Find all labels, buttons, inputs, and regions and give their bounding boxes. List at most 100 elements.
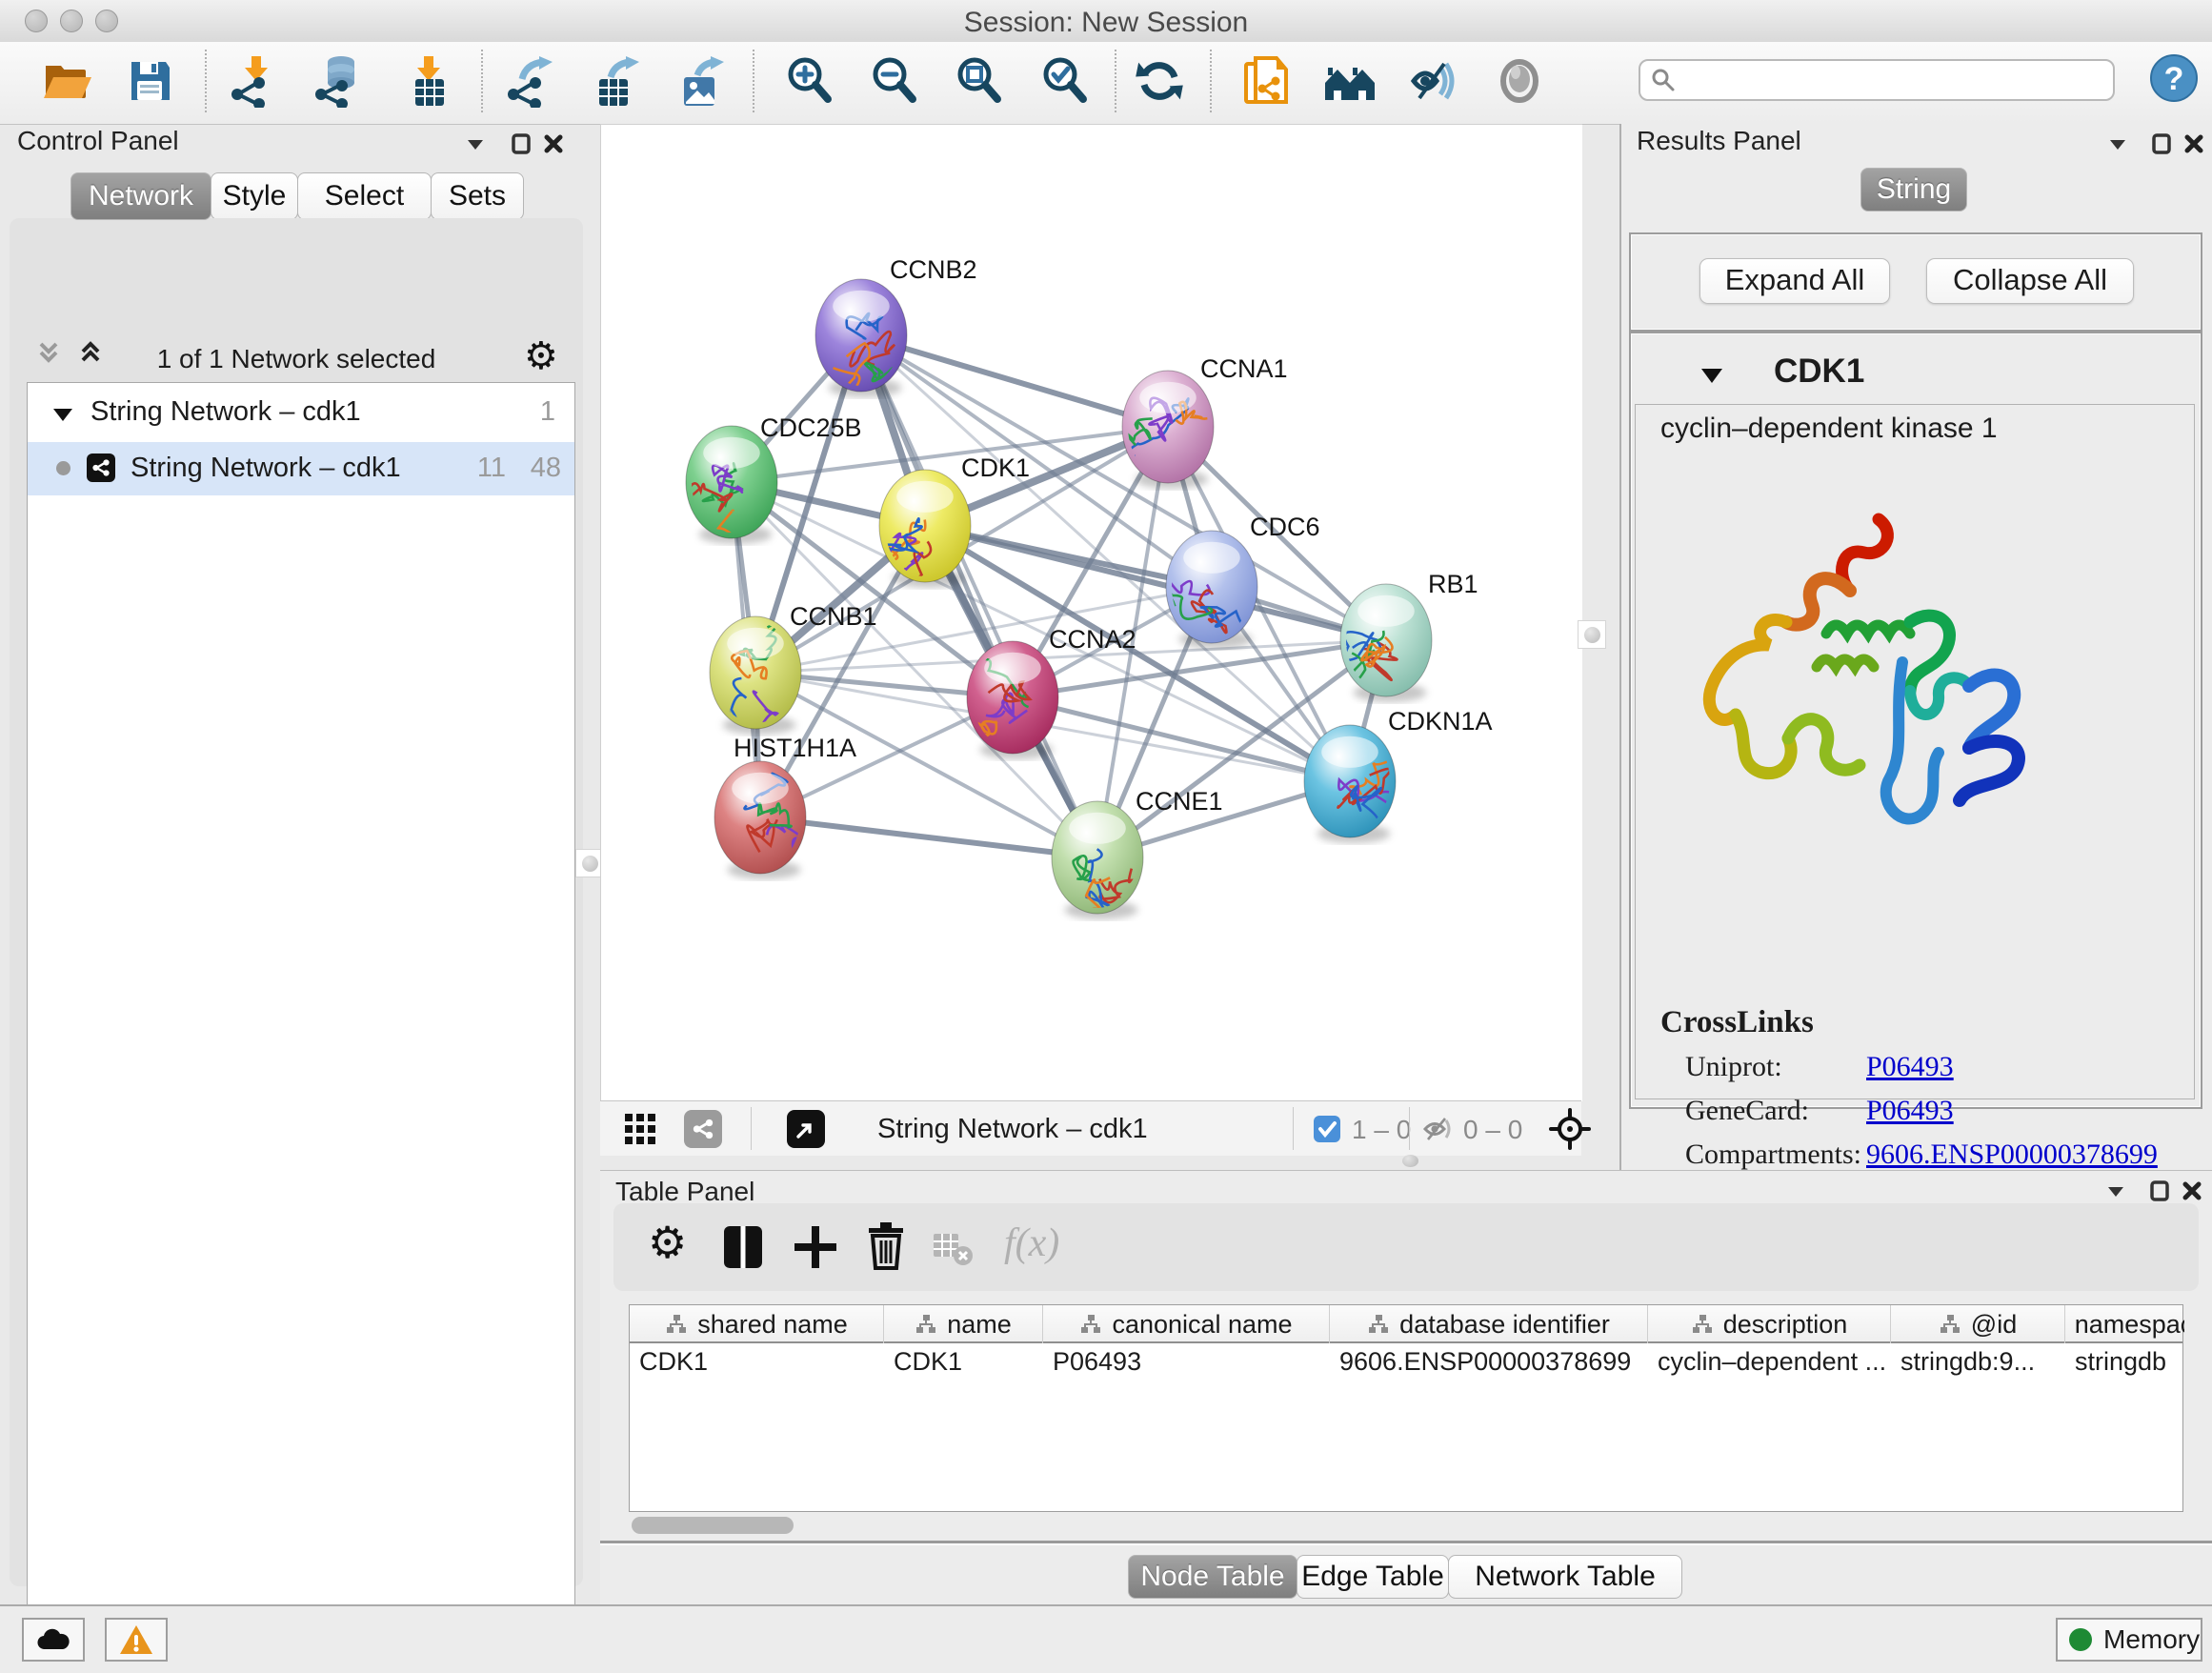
zoom-in-icon[interactable]	[782, 54, 835, 108]
results-panel-float-icon[interactable]	[2147, 130, 2176, 158]
grid-view-icon[interactable]	[623, 1112, 657, 1146]
table-delete-icon[interactable]	[861, 1220, 911, 1270]
table-gear-icon[interactable]: ⚙	[648, 1217, 687, 1268]
network-options-gear-icon[interactable]: ⚙	[524, 334, 558, 378]
results-panel-close-icon[interactable]	[2180, 130, 2208, 158]
import-network-icon[interactable]	[227, 54, 280, 108]
cloud-status-button[interactable]	[22, 1618, 85, 1662]
tab-node-table[interactable]: Node Table	[1128, 1555, 1297, 1599]
collapse-all-button[interactable]: Collapse All	[1926, 258, 2134, 304]
node-table-header: shared name name canonical name database…	[630, 1305, 2182, 1343]
control-panel-menu-icon[interactable]	[461, 130, 490, 158]
birds-eye-icon[interactable]	[1549, 1108, 1591, 1150]
import-database-icon[interactable]	[311, 54, 364, 108]
home-networks-icon[interactable]	[1323, 54, 1377, 108]
search-icon	[1650, 67, 1677, 93]
column-header-namespace[interactable]: namespace	[2065, 1305, 2184, 1343]
node-label-CCNE1: CCNE1	[1136, 787, 1223, 816]
right-splitter-handle[interactable]	[1578, 620, 1606, 649]
table-delete-column-icon[interactable]	[932, 1228, 975, 1272]
open-folder-icon[interactable]	[40, 54, 93, 108]
crosslink-genecard-link[interactable]: P06493	[1866, 1095, 1954, 1127]
help-icon[interactable]: ?	[2149, 53, 2199, 108]
gene-collapse-icon[interactable]	[1698, 364, 1726, 389]
crosslink-compartments-link[interactable]: 9606.ENSP00000378699	[1866, 1139, 2158, 1171]
expand-all-button[interactable]: Expand All	[1699, 258, 1890, 304]
export-network-icon[interactable]	[503, 54, 556, 108]
network-node-CCNE1[interactable]: CCNE1	[1052, 787, 1223, 920]
tab-string-results[interactable]: String	[1860, 168, 1967, 212]
zoom-fit-icon[interactable]	[952, 54, 1005, 108]
refresh-icon[interactable]	[1133, 54, 1186, 108]
network-node-HIST1H1A[interactable]: HIST1H1A	[714, 734, 856, 879]
network-node-CDC6[interactable]: CDC6	[1139, 513, 1320, 649]
tab-select[interactable]: Select	[297, 172, 432, 220]
control-panel-title: Control Panel	[17, 126, 179, 156]
crosslink-label: Compartments:	[1685, 1139, 1861, 1171]
control-panel-close-icon[interactable]	[539, 130, 568, 158]
bottom-splitter-handle[interactable]	[1402, 1155, 1418, 1167]
selected-checkbox-icon[interactable]	[1313, 1115, 1341, 1143]
crosslink-label: GeneCard:	[1685, 1095, 1809, 1127]
hidden-eye-icon[interactable]	[1421, 1115, 1456, 1143]
crosslink-uniprot-link[interactable]: P06493	[1866, 1051, 1954, 1083]
column-header-canonical-name[interactable]: canonical name	[1043, 1305, 1330, 1343]
string-document-icon[interactable]	[1240, 54, 1294, 108]
network-edge[interactable]	[861, 335, 1097, 857]
warning-status-button[interactable]	[105, 1618, 168, 1662]
window-title: Session: New Session	[0, 7, 2212, 39]
network-row[interactable]: String Network – cdk1 11 48	[28, 442, 574, 495]
column-header-database-identifier[interactable]: database identifier	[1330, 1305, 1648, 1343]
table-add-icon[interactable]	[791, 1222, 840, 1272]
table-panel-close-icon[interactable]	[2178, 1177, 2206, 1205]
tab-sets[interactable]: Sets	[431, 172, 524, 220]
network-node-CCNA1[interactable]: CCNA1	[1122, 354, 1288, 489]
network-node-count: 11	[477, 453, 506, 484]
cell-name: CDK1	[884, 1345, 1043, 1380]
network-node-CCNB2[interactable]: CCNB2	[815, 255, 977, 397]
memory-button[interactable]: Memory	[2056, 1618, 2202, 1662]
tree-expand-icon[interactable]	[50, 402, 75, 427]
network-edge[interactable]	[925, 526, 1386, 640]
save-session-icon[interactable]	[124, 54, 177, 108]
show-panels-icon[interactable]	[1493, 54, 1546, 108]
node-label-HIST1H1A: HIST1H1A	[734, 734, 856, 762]
zoom-selected-icon[interactable]	[1037, 54, 1091, 108]
network-node-CDK1[interactable]: CDK1	[878, 454, 1030, 624]
network-canvas[interactable]: CCNB2CCNA1CDC25BCDK1CDC6RB1CCNB1CCNA2CDK…	[600, 124, 1582, 1101]
column-header-shared-name[interactable]: shared name	[630, 1305, 884, 1343]
detach-view-icon[interactable]	[787, 1110, 825, 1148]
search-input[interactable]	[1677, 65, 2090, 96]
zoom-out-icon[interactable]	[867, 54, 920, 108]
control-panel-float-icon[interactable]	[507, 130, 535, 158]
network-node-CDC25B[interactable]: CDC25B	[684, 413, 862, 572]
column-header-id[interactable]: @id	[1891, 1305, 2065, 1343]
table-panel-float-icon[interactable]	[2145, 1177, 2174, 1205]
table-panel-menu-icon[interactable]	[2101, 1177, 2130, 1205]
table-function-icon[interactable]: f(x)	[1004, 1220, 1059, 1266]
search-box[interactable]	[1639, 59, 2115, 101]
results-panel-menu-icon[interactable]	[2103, 130, 2132, 158]
network-collection-row[interactable]: String Network – cdk1 1	[28, 383, 574, 442]
tab-network-table[interactable]: Network Table	[1448, 1555, 1682, 1599]
gene-detail-box: cyclin–dependent kinase 1	[1635, 404, 2195, 1099]
network-graph[interactable]: CCNB2CCNA1CDC25BCDK1CDC6RB1CCNB1CCNA2CDK…	[601, 125, 1582, 1101]
hide-panels-icon[interactable]	[1406, 54, 1459, 108]
network-edge[interactable]	[861, 335, 1168, 427]
export-image-icon[interactable]	[673, 54, 726, 108]
network-edge[interactable]	[760, 817, 1097, 857]
network-node-CDKN1A[interactable]: CDKN1A	[1304, 707, 1493, 843]
network-node-RB1[interactable]: RB1	[1340, 570, 1478, 702]
horizontal-scrollbar-thumb[interactable]	[632, 1517, 794, 1534]
export-table-icon[interactable]	[588, 54, 641, 108]
tab-edge-table[interactable]: Edge Table	[1297, 1555, 1449, 1599]
column-header-name[interactable]: name	[884, 1305, 1043, 1343]
share-view-icon[interactable]	[684, 1110, 722, 1148]
tab-style[interactable]: Style	[211, 172, 298, 220]
tab-network[interactable]: Network	[70, 172, 211, 220]
warning-icon	[118, 1623, 154, 1656]
results-panel-title: Results Panel	[1637, 126, 1801, 156]
import-table-icon[interactable]	[402, 54, 455, 108]
table-columns-icon[interactable]	[718, 1222, 768, 1272]
column-header-description[interactable]: description	[1648, 1305, 1891, 1343]
